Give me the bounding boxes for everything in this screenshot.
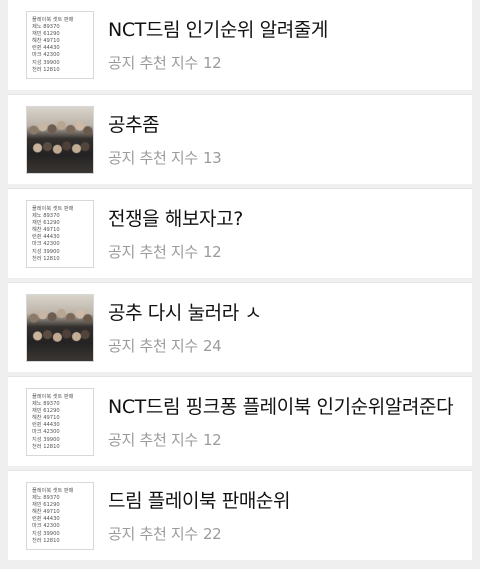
thumbnail-line: 천러 12810 <box>32 443 60 450</box>
recommend-count: 12 <box>202 54 222 72</box>
thumbnail-line: 마크 42300 <box>32 241 60 248</box>
thumbnail-line: 지성 39900 <box>32 436 60 443</box>
post-list: 플레이북 셋트 판매 제노 89370 재민 61290 해찬 49710 런쥔… <box>0 0 480 569</box>
thumbnail-line: 마크 42300 <box>32 52 60 59</box>
recommend-count: 12 <box>202 431 222 449</box>
thumbnail-photo <box>26 106 94 174</box>
recommend-label: 공지 추천 지수 <box>108 525 198 543</box>
recommend-count: 12 <box>202 243 222 261</box>
recommend-count: 13 <box>202 149 222 167</box>
thumbnail-line: 지성 39900 <box>32 59 60 66</box>
thumbnail-text: 플레이북 셋트 판매 제노 89370 재민 61290 해찬 49710 런쥔… <box>27 389 93 451</box>
post-meta: 공지 추천 지수 12 <box>108 241 222 262</box>
recommend-count: 24 <box>202 337 222 355</box>
thumbnail-text: 플레이북 셋트 판매 제노 89370 재민 61290 해찬 49710 런쥔… <box>27 483 93 545</box>
post-title[interactable]: 공추좀 <box>108 110 464 137</box>
recommend-label: 공지 추천 지수 <box>108 243 198 261</box>
post-title[interactable]: 전쟁을 해보자고? <box>108 204 464 231</box>
thumbnail-text: 플레이북 셋트 판매 제노 89370 재민 61290 해찬 49710 런쥔… <box>27 12 93 74</box>
list-item[interactable]: 플레이북 셋트 판매 제노 89370 재민 61290 해찬 49710 런쥔… <box>8 188 472 278</box>
list-item[interactable]: 공추좀 공지 추천 지수 13 <box>8 94 472 184</box>
thumbnail-line: 마크 42300 <box>32 429 60 436</box>
list-item[interactable]: 플레이북 셋트 판매 제노 89370 재민 61290 해찬 49710 런쥔… <box>8 0 472 90</box>
post-meta: 공지 추천 지수 13 <box>108 147 222 168</box>
list-item[interactable]: 공추 다시 눌러라 ㅅ 공지 추천 지수 24 <box>8 282 472 372</box>
post-title[interactable]: 드림 플레이북 판매순위 <box>108 486 464 513</box>
recommend-label: 공지 추천 지수 <box>108 337 198 355</box>
post-meta: 공지 추천 지수 12 <box>108 429 222 450</box>
post-meta: 공지 추천 지수 22 <box>108 523 222 544</box>
recommend-count: 22 <box>202 525 222 543</box>
thumbnail-text-image: 플레이북 셋트 판매 제노 89370 재민 61290 해찬 49710 런쥔… <box>26 200 94 268</box>
post-title[interactable]: NCT드림 인기순위 알려줄게 <box>108 15 464 42</box>
thumbnail-line: 천러 12810 <box>32 66 60 73</box>
thumbnail-text: 플레이북 셋트 판매 제노 89370 재민 61290 해찬 49710 런쥔… <box>27 201 93 263</box>
thumbnail-line: 지성 39900 <box>32 530 60 537</box>
group-photo-image <box>27 295 93 361</box>
thumbnail-text-image: 플레이북 셋트 판매 제노 89370 재민 61290 해찬 49710 런쥔… <box>26 388 94 456</box>
thumbnail-line: 마크 42300 <box>32 523 60 530</box>
group-photo-image <box>27 107 93 173</box>
recommend-label: 공지 추천 지수 <box>108 54 198 72</box>
recommend-label: 공지 추천 지수 <box>108 431 198 449</box>
list-item[interactable]: 플레이북 셋트 판매 제노 89370 재민 61290 해찬 49710 런쥔… <box>8 376 472 466</box>
post-meta: 공지 추천 지수 24 <box>108 335 222 356</box>
thumbnail-line: 천러 12810 <box>32 255 60 262</box>
post-meta: 공지 추천 지수 12 <box>108 52 222 73</box>
recommend-label: 공지 추천 지수 <box>108 149 198 167</box>
thumbnail-photo <box>26 294 94 362</box>
post-title[interactable]: 공추 다시 눌러라 ㅅ <box>108 298 464 325</box>
thumbnail-line: 지성 39900 <box>32 248 60 255</box>
post-title[interactable]: NCT드림 핑크퐁 플레이북 인기순위알려준다 <box>108 392 464 419</box>
thumbnail-text-image: 플레이북 셋트 판매 제노 89370 재민 61290 해찬 49710 런쥔… <box>26 11 94 79</box>
list-item[interactable]: 플레이북 셋트 판매 제노 89370 재민 61290 해찬 49710 런쥔… <box>8 470 472 560</box>
thumbnail-line: 천러 12810 <box>32 537 60 544</box>
thumbnail-text-image: 플레이북 셋트 판매 제노 89370 재민 61290 해찬 49710 런쥔… <box>26 482 94 550</box>
